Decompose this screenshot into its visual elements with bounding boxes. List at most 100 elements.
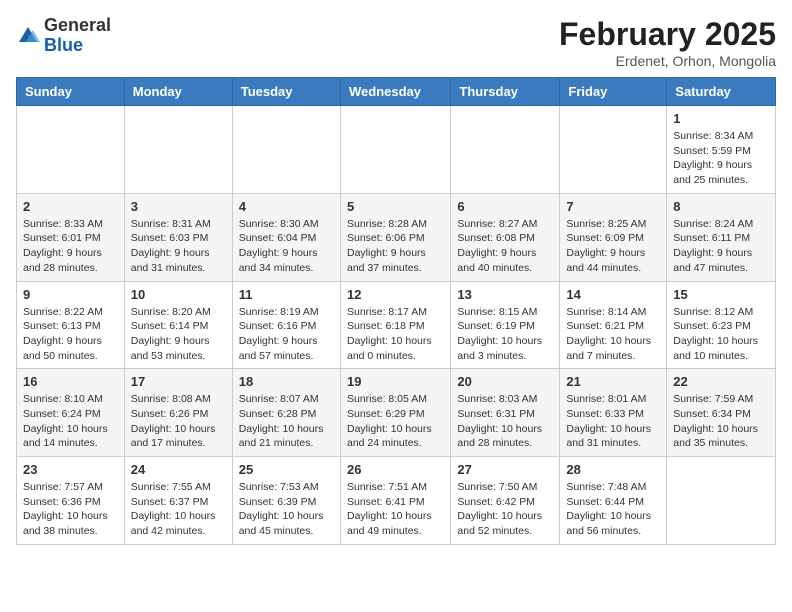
calendar-cell <box>667 457 776 545</box>
day-info: Sunrise: 8:05 AM Sunset: 6:29 PM Dayligh… <box>347 392 444 451</box>
calendar-cell: 25 Sunrise: 7:53 AM Sunset: 6:39 PM Dayli… <box>232 457 340 545</box>
calendar-cell: 1 Sunrise: 8:34 AM Sunset: 5:59 PM Daylig… <box>667 106 776 194</box>
weekday-header-wednesday: Wednesday <box>340 78 450 106</box>
location: Erdenet, Orhon, Mongolia <box>559 53 776 69</box>
calendar-cell <box>124 106 232 194</box>
calendar-week-4: 16 Sunrise: 8:10 AM Sunset: 6:24 PM Dayli… <box>17 369 776 457</box>
weekday-header-thursday: Thursday <box>451 78 560 106</box>
day-info: Sunrise: 8:19 AM Sunset: 6:16 PM Dayligh… <box>239 305 334 364</box>
day-number: 26 <box>347 462 444 477</box>
day-info: Sunrise: 7:51 AM Sunset: 6:41 PM Dayligh… <box>347 480 444 539</box>
calendar-cell: 23Sunrise: 7:57 AM Sunset: 6:36 PM Dayli… <box>17 457 125 545</box>
calendar-cell: 17Sunrise: 8:08 AM Sunset: 6:26 PM Dayli… <box>124 369 232 457</box>
day-info: Sunrise: 8:27 AM Sunset: 6:08 PM Dayligh… <box>457 217 553 276</box>
day-info: Sunrise: 8:33 AM Sunset: 6:01 PM Dayligh… <box>23 217 118 276</box>
day-number: 27 <box>457 462 553 477</box>
calendar-cell: 3 Sunrise: 8:31 AM Sunset: 6:03 PM Daylig… <box>124 193 232 281</box>
day-number: 22 <box>673 374 769 389</box>
day-info: Sunrise: 8:14 AM Sunset: 6:21 PM Dayligh… <box>566 305 660 364</box>
day-info: Sunrise: 8:30 AM Sunset: 6:04 PM Dayligh… <box>239 217 334 276</box>
day-number: 21 <box>566 374 660 389</box>
day-number: 23 <box>23 462 118 477</box>
calendar-cell: 12 Sunrise: 8:17 AM Sunset: 6:18 PM Dayli… <box>340 281 450 369</box>
day-number: 12 <box>347 287 444 302</box>
calendar-week-5: 23Sunrise: 7:57 AM Sunset: 6:36 PM Dayli… <box>17 457 776 545</box>
day-number: 28 <box>566 462 660 477</box>
day-info: Sunrise: 8:10 AM Sunset: 6:24 PM Dayligh… <box>23 392 118 451</box>
calendar-cell: 16 Sunrise: 8:10 AM Sunset: 6:24 PM Dayli… <box>17 369 125 457</box>
day-number: 14 <box>566 287 660 302</box>
calendar-cell: 20 Sunrise: 8:03 AM Sunset: 6:31 PM Dayli… <box>451 369 560 457</box>
day-number: 2 <box>23 199 118 214</box>
day-number: 10 <box>131 287 226 302</box>
day-info: Sunrise: 8:28 AM Sunset: 6:06 PM Dayligh… <box>347 217 444 276</box>
day-number: 16 <box>23 374 118 389</box>
day-info: Sunrise: 8:20 AM Sunset: 6:14 PM Dayligh… <box>131 305 226 364</box>
calendar-cell: 19Sunrise: 8:05 AM Sunset: 6:29 PM Dayli… <box>340 369 450 457</box>
day-number: 3 <box>131 199 226 214</box>
calendar-cell: 24Sunrise: 7:55 AM Sunset: 6:37 PM Dayli… <box>124 457 232 545</box>
day-info: Sunrise: 8:31 AM Sunset: 6:03 PM Dayligh… <box>131 217 226 276</box>
weekday-header-row: SundayMondayTuesdayWednesdayThursdayFrid… <box>17 78 776 106</box>
calendar-cell: 8 Sunrise: 8:24 AM Sunset: 6:11 PM Daylig… <box>667 193 776 281</box>
calendar-cell <box>17 106 125 194</box>
day-number: 5 <box>347 199 444 214</box>
calendar-cell: 26 Sunrise: 7:51 AM Sunset: 6:41 PM Dayli… <box>340 457 450 545</box>
calendar-week-3: 9Sunrise: 8:22 AM Sunset: 6:13 PM Daylig… <box>17 281 776 369</box>
day-number: 25 <box>239 462 334 477</box>
day-info: Sunrise: 8:07 AM Sunset: 6:28 PM Dayligh… <box>239 392 334 451</box>
day-number: 20 <box>457 374 553 389</box>
day-number: 1 <box>673 111 769 126</box>
calendar-cell: 18 Sunrise: 8:07 AM Sunset: 6:28 PM Dayli… <box>232 369 340 457</box>
calendar-cell: 4 Sunrise: 8:30 AM Sunset: 6:04 PM Daylig… <box>232 193 340 281</box>
day-info: Sunrise: 7:50 AM Sunset: 6:42 PM Dayligh… <box>457 480 553 539</box>
calendar-cell: 21 Sunrise: 8:01 AM Sunset: 6:33 PM Dayli… <box>560 369 667 457</box>
day-info: Sunrise: 7:59 AM Sunset: 6:34 PM Dayligh… <box>673 392 769 451</box>
day-number: 6 <box>457 199 553 214</box>
weekday-header-sunday: Sunday <box>17 78 125 106</box>
weekday-header-saturday: Saturday <box>667 78 776 106</box>
month-title: February 2025 <box>559 16 776 53</box>
calendar-cell: 28 Sunrise: 7:48 AM Sunset: 6:44 PM Dayli… <box>560 457 667 545</box>
logo: General Blue <box>16 16 111 56</box>
calendar-cell: 2 Sunrise: 8:33 AM Sunset: 6:01 PM Daylig… <box>17 193 125 281</box>
calendar-cell <box>451 106 560 194</box>
day-info: Sunrise: 7:48 AM Sunset: 6:44 PM Dayligh… <box>566 480 660 539</box>
day-info: Sunrise: 8:12 AM Sunset: 6:23 PM Dayligh… <box>673 305 769 364</box>
calendar-cell: 13 Sunrise: 8:15 AM Sunset: 6:19 PM Dayli… <box>451 281 560 369</box>
day-info: Sunrise: 8:03 AM Sunset: 6:31 PM Dayligh… <box>457 392 553 451</box>
calendar-cell: 14 Sunrise: 8:14 AM Sunset: 6:21 PM Dayli… <box>560 281 667 369</box>
calendar-week-2: 2 Sunrise: 8:33 AM Sunset: 6:01 PM Daylig… <box>17 193 776 281</box>
logo-icon <box>16 24 40 48</box>
day-info: Sunrise: 8:24 AM Sunset: 6:11 PM Dayligh… <box>673 217 769 276</box>
day-number: 4 <box>239 199 334 214</box>
day-number: 11 <box>239 287 334 302</box>
day-number: 9 <box>23 287 118 302</box>
day-info: Sunrise: 8:08 AM Sunset: 6:26 PM Dayligh… <box>131 392 226 451</box>
day-info: Sunrise: 7:53 AM Sunset: 6:39 PM Dayligh… <box>239 480 334 539</box>
day-number: 18 <box>239 374 334 389</box>
page-header: General Blue February 2025 Erdenet, Orho… <box>16 16 776 69</box>
calendar-cell <box>232 106 340 194</box>
day-number: 15 <box>673 287 769 302</box>
title-block: February 2025 Erdenet, Orhon, Mongolia <box>559 16 776 69</box>
calendar-cell: 6 Sunrise: 8:27 AM Sunset: 6:08 PM Daylig… <box>451 193 560 281</box>
calendar-cell: 15 Sunrise: 8:12 AM Sunset: 6:23 PM Dayli… <box>667 281 776 369</box>
calendar-cell: 11 Sunrise: 8:19 AM Sunset: 6:16 PM Dayli… <box>232 281 340 369</box>
calendar-cell: 27 Sunrise: 7:50 AM Sunset: 6:42 PM Dayli… <box>451 457 560 545</box>
calendar-cell <box>560 106 667 194</box>
day-number: 7 <box>566 199 660 214</box>
day-info: Sunrise: 8:17 AM Sunset: 6:18 PM Dayligh… <box>347 305 444 364</box>
day-info: Sunrise: 8:34 AM Sunset: 5:59 PM Dayligh… <box>673 129 769 188</box>
day-info: Sunrise: 8:15 AM Sunset: 6:19 PM Dayligh… <box>457 305 553 364</box>
day-info: Sunrise: 8:01 AM Sunset: 6:33 PM Dayligh… <box>566 392 660 451</box>
day-number: 13 <box>457 287 553 302</box>
calendar-cell: 10 Sunrise: 8:20 AM Sunset: 6:14 PM Dayli… <box>124 281 232 369</box>
calendar-cell: 5 Sunrise: 8:28 AM Sunset: 6:06 PM Daylig… <box>340 193 450 281</box>
day-info: Sunrise: 7:55 AM Sunset: 6:37 PM Dayligh… <box>131 480 226 539</box>
calendar-cell: 7 Sunrise: 8:25 AM Sunset: 6:09 PM Daylig… <box>560 193 667 281</box>
calendar-table: SundayMondayTuesdayWednesdayThursdayFrid… <box>16 77 776 545</box>
day-info: Sunrise: 8:25 AM Sunset: 6:09 PM Dayligh… <box>566 217 660 276</box>
weekday-header-monday: Monday <box>124 78 232 106</box>
day-number: 8 <box>673 199 769 214</box>
